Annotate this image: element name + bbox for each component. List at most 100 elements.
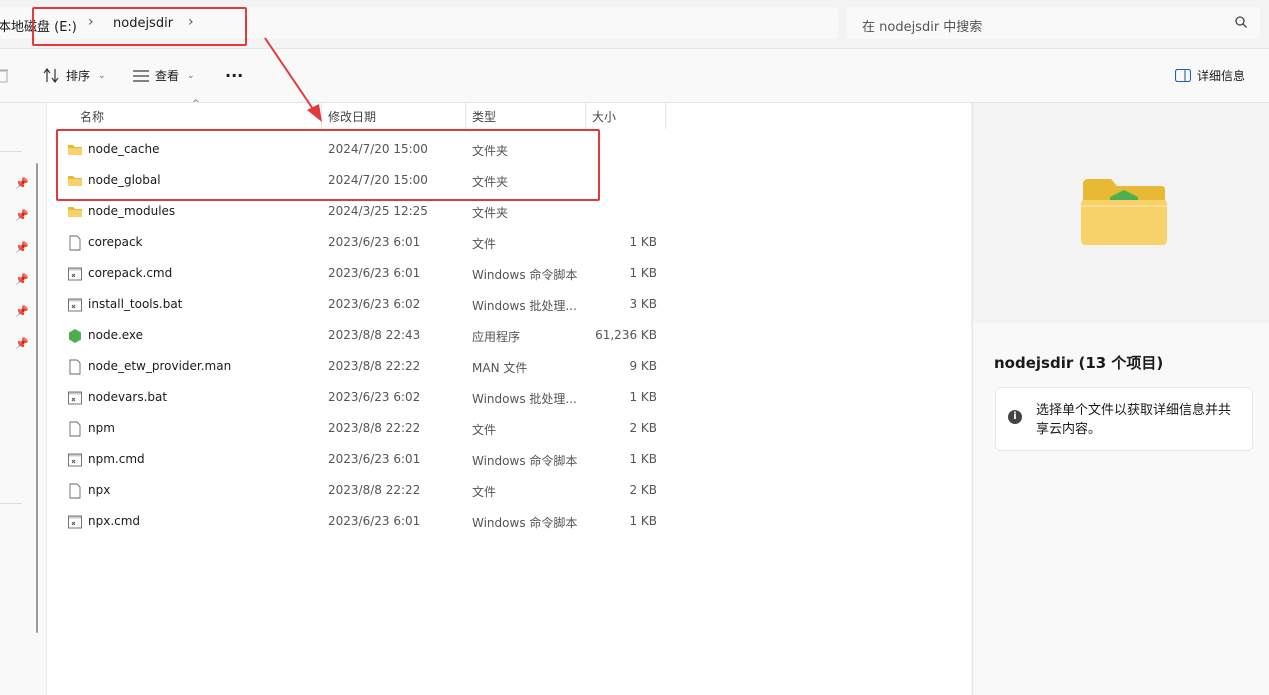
file-size: 1 KB [629,452,657,466]
file-type: Windows 命令脚本 [472,516,578,530]
script-icon [67,390,83,406]
file-row[interactable]: install_tools.bat 2023/6/23 6:02 Windows 批… [59,289,669,320]
details-pane-icon [1175,69,1191,82]
file-row[interactable]: node.exe 2023/8/8 22:43 应用程序 61,236 KB [59,320,669,351]
folder-icon [67,204,83,220]
navigation-pane[interactable]: 📌 📌 📌 📌 📌 📌 [0,103,47,695]
file-icon [67,421,83,437]
view-button[interactable]: 查看 ⌄ [133,49,195,102]
column-header-date[interactable]: 修改日期 [322,103,466,129]
file-size: 2 KB [629,483,657,497]
view-icon [133,69,149,82]
file-name: corepack.cmd [88,266,173,280]
nav-divider [0,151,22,152]
file-row[interactable]: nodevars.bat 2023/6/23 6:02 Windows 批处理...… [59,382,669,413]
file-type: 文件 [472,485,497,499]
file-name: corepack [88,235,143,249]
file-type: 应用程序 [472,330,521,344]
node-exe-icon [67,328,83,344]
file-name: node_modules [88,204,176,218]
pin-icon[interactable]: 📌 [15,337,29,350]
file-type: 文件 [472,423,497,437]
file-name: npx [88,483,111,497]
column-date-label: 修改日期 [328,109,377,124]
file-icon [67,359,83,375]
file-date: 2023/8/8 22:22 [328,359,421,373]
sort-button[interactable]: 排序 ⌄ [43,49,106,102]
file-row[interactable]: npm.cmd 2023/6/23 6:01 Windows 命令脚本 1 KB [59,444,669,475]
annotation-box-address [32,7,247,46]
file-type: MAN 文件 [472,361,528,375]
file-date: 2023/6/23 6:01 [328,514,421,528]
file-type: 文件夹 [472,206,509,220]
chevron-down-icon: ⌄ [98,70,106,81]
annotation-box-folders [56,129,600,201]
file-date: 2023/6/23 6:01 [328,235,421,249]
file-size: 1 KB [629,514,657,528]
file-name: npm.cmd [88,452,145,466]
column-type-label: 类型 [472,109,497,124]
file-type: 文件 [472,237,497,251]
more-icon: ··· [225,66,244,85]
sort-icon [43,68,59,83]
file-type: Windows 命令脚本 [472,454,578,468]
file-type: Windows 命令脚本 [472,268,578,282]
info-text: 选择单个文件以获取详细信息并共享云内容。 [1036,403,1232,437]
file-size: 2 KB [629,421,657,435]
details-title: nodejsdir (13 个项目) [994,354,1164,372]
file-date: 2023/6/23 6:01 [328,266,421,280]
chevron-down-icon: ⌄ [187,70,195,81]
pin-icon[interactable]: 📌 [15,273,29,286]
pin-icon[interactable]: 📌 [15,305,29,318]
file-name: node.exe [88,328,144,342]
file-size: 61,236 KB [595,328,657,342]
file-name: nodevars.bat [88,390,168,404]
file-row[interactable]: npx.cmd 2023/6/23 6:01 Windows 命令脚本 1 KB [59,506,669,537]
file-size: 1 KB [629,266,657,280]
column-header-size[interactable]: 大小 [586,103,666,129]
file-row[interactable]: node_etw_provider.man 2023/8/8 22:22 MAN 文… [59,351,669,382]
details-pane: nodejsdir (13 个项目) i 选择单个文件以获取详细信息并共享云内容… [972,103,1269,695]
pin-icon[interactable]: 📌 [15,209,29,222]
info-card: i 选择单个文件以获取详细信息并共享云内容。 [995,387,1253,451]
pin-icon[interactable]: 📌 [15,241,29,254]
file-date: 2024/3/25 12:25 [328,204,428,218]
file-date: 2023/8/8 22:22 [328,483,421,497]
nav-scrollbar[interactable] [36,163,38,633]
file-size: 9 KB [629,359,657,373]
folder-preview-icon [1081,179,1167,245]
folder-preview [973,103,1269,323]
file-date: 2023/8/8 22:43 [328,328,421,342]
file-date: 2023/8/8 22:22 [328,421,421,435]
file-row[interactable]: corepack 2023/6/23 6:01 文件 1 KB [59,227,669,258]
file-name: npm [88,421,115,435]
search-icon[interactable] [1234,15,1248,29]
search-box[interactable]: 在 nodejsdir 中搜索 [847,7,1260,39]
script-icon [67,297,83,313]
search-input[interactable]: 在 nodejsdir 中搜索 [862,16,982,35]
details-label: 详细信息 [1197,69,1246,83]
file-date: 2023/6/23 6:02 [328,390,421,404]
delete-icon[interactable] [0,67,9,83]
column-size-label: 大小 [592,109,617,124]
pin-icon[interactable]: 📌 [15,177,29,190]
file-size: 1 KB [629,390,657,404]
script-icon [67,514,83,530]
file-row[interactable]: npx 2023/8/8 22:22 文件 2 KB [59,475,669,506]
file-row[interactable]: corepack.cmd 2023/6/23 6:01 Windows 命令脚本 1 … [59,258,669,289]
script-icon [67,266,83,282]
file-icon [67,235,83,251]
file-size: 3 KB [629,297,657,311]
details-pane-button[interactable]: 详细信息 [1175,49,1245,102]
file-icon [67,483,83,499]
nav-divider [0,503,22,504]
column-header-name[interactable]: 名称 [68,103,322,129]
file-type: Windows 批处理... [472,299,577,313]
toolbar: 排序 ⌄ 查看 ⌄ ··· 详细信息 [0,49,1269,103]
file-row[interactable]: npm 2023/8/8 22:22 文件 2 KB [59,413,669,444]
more-options-button[interactable]: ··· [225,49,243,102]
column-header-type[interactable]: 类型 [466,103,586,129]
file-type: Windows 批处理... [472,392,577,406]
column-name-label: 名称 [80,109,105,124]
file-name: node_etw_provider.man [88,359,232,373]
